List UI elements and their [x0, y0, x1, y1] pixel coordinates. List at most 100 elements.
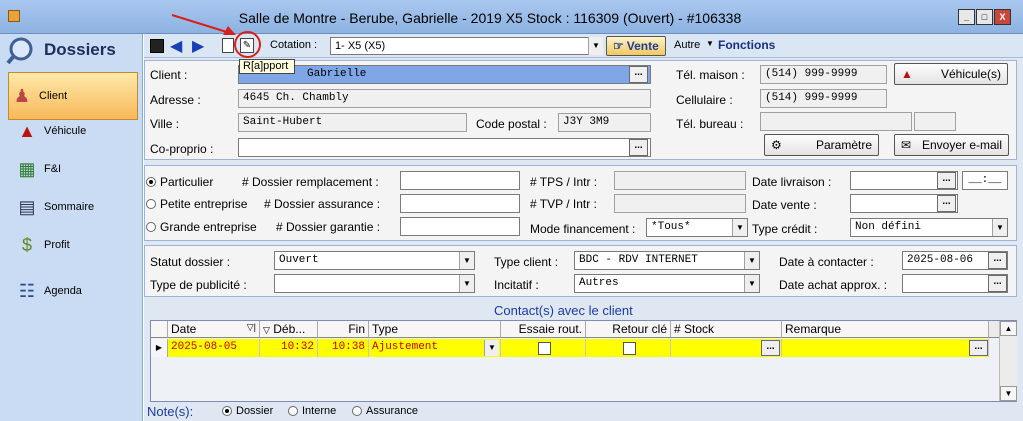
- maximize-button[interactable]: □: [976, 9, 993, 25]
- cell-debut[interactable]: 10:32: [260, 339, 318, 357]
- notes-assurance-radio[interactable]: Assurance: [352, 405, 418, 417]
- garantie-field[interactable]: [400, 217, 520, 236]
- column-header-essaie[interactable]: Essaie rout.: [501, 321, 586, 338]
- tel-maison-field[interactable]: (514) 999-9999: [760, 65, 887, 84]
- tps-field[interactable]: [614, 171, 746, 190]
- chevron-down-icon[interactable]: ▼: [744, 275, 759, 292]
- column-header-debut[interactable]: ▽ Déb...: [260, 321, 318, 338]
- remarque-browse-button[interactable]: ...: [969, 340, 988, 356]
- autre-menu[interactable]: Autre: [674, 39, 700, 51]
- cellulaire-field[interactable]: (514) 999-9999: [760, 89, 887, 108]
- type-credit-select[interactable]: Non défini: [850, 218, 1008, 237]
- sidebar-item-sommaire[interactable]: ▤ Sommaire: [14, 190, 138, 224]
- filter-icon[interactable]: ▽: [263, 325, 270, 335]
- chevron-down-icon[interactable]: ▼: [459, 275, 474, 292]
- date-contacter-button[interactable]: ...: [988, 252, 1007, 269]
- coproprio-browse-button[interactable]: ...: [629, 139, 648, 156]
- remplacement-field[interactable]: [400, 171, 520, 190]
- back-arrow-icon[interactable]: ◀: [170, 36, 182, 56]
- ville-field[interactable]: Saint-Hubert: [238, 113, 467, 132]
- type-client-select[interactable]: BDC - RDV INTERNET: [574, 251, 760, 270]
- envoyer-email-button[interactable]: ✉ Envoyer e-mail: [894, 134, 1009, 156]
- particulier-radio[interactable]: Particulier: [146, 175, 213, 189]
- column-header-retour[interactable]: Retour clé: [586, 321, 671, 338]
- sidebar-item-vehicule[interactable]: ▲ Véhicule: [14, 114, 138, 148]
- column-header-type[interactable]: Type: [369, 321, 501, 338]
- remplacement-label: # Dossier remplacement :: [242, 175, 379, 189]
- chevron-down-icon[interactable]: ▼: [484, 340, 499, 356]
- sidebar-item-client[interactable]: ♟ Client: [8, 72, 138, 120]
- chevron-down-icon[interactable]: ▼: [992, 219, 1007, 236]
- cotation-label: Cotation :: [270, 39, 318, 51]
- essaie-checkbox[interactable]: [538, 342, 551, 355]
- coproprio-field[interactable]: [238, 138, 651, 157]
- code-postal-field[interactable]: J3Y 3M9: [558, 113, 651, 132]
- date-livraison-time[interactable]: __:__: [962, 171, 1008, 190]
- email-icon: ✉: [901, 138, 912, 152]
- stock-browse-button[interactable]: ...: [761, 340, 780, 356]
- publicite-select[interactable]: [274, 274, 475, 293]
- sidebar-item-label: Véhicule: [44, 125, 87, 137]
- cell-remarque[interactable]: [782, 339, 989, 357]
- column-header-fin[interactable]: Fin: [318, 321, 369, 338]
- scroll-up-icon[interactable]: ▲: [1000, 321, 1017, 336]
- client-field[interactable]: Gabrielle: [238, 65, 651, 84]
- envoyer-email-label: Envoyer e-mail: [921, 138, 1002, 152]
- chevron-down-icon[interactable]: ▼: [732, 219, 747, 236]
- row-selector-icon[interactable]: ▶: [151, 339, 168, 357]
- column-header-remarque[interactable]: Remarque: [782, 321, 989, 338]
- new-document-icon[interactable]: [222, 38, 234, 53]
- report-tooltip: R[a]pport: [239, 59, 295, 74]
- minimize-button[interactable]: _: [958, 9, 975, 25]
- cotation-select[interactable]: 1- X5 (X5): [330, 37, 602, 55]
- chevron-down-icon[interactable]: ▼: [459, 252, 474, 269]
- vente-label: Vente: [626, 39, 659, 53]
- chevron-down-icon[interactable]: ▼: [744, 252, 759, 269]
- mode-financement-label: Mode financement :: [530, 222, 636, 236]
- statut-select[interactable]: Ouvert: [274, 251, 475, 270]
- client-browse-button[interactable]: ...: [629, 66, 648, 83]
- date-contacter-label: Date à contacter :: [779, 255, 874, 269]
- assurance-field[interactable]: [400, 194, 520, 213]
- tel-bureau-ext-field[interactable]: [914, 112, 956, 131]
- cellulaire-label: Cellulaire :: [676, 93, 733, 107]
- sidebar-item-agenda[interactable]: ☷ Agenda: [14, 274, 138, 308]
- parametre-button[interactable]: ⚙ Paramètre: [764, 134, 879, 156]
- chevron-down-icon[interactable]: ▼: [588, 37, 603, 55]
- cell-date[interactable]: 2025-08-05: [168, 339, 260, 357]
- date-achat-button[interactable]: ...: [988, 275, 1007, 292]
- sidebar-item-fi[interactable]: ▦ F&I: [14, 152, 138, 186]
- date-livraison-button[interactable]: ...: [937, 172, 956, 189]
- fonctions-menu[interactable]: Fonctions: [718, 38, 775, 52]
- close-button[interactable]: X: [994, 9, 1011, 25]
- adresse-field[interactable]: 4645 Ch. Chambly: [238, 89, 651, 108]
- notes-dossier-radio[interactable]: Dossier: [222, 405, 273, 417]
- incitatif-select[interactable]: Autres: [574, 274, 760, 293]
- vente-button[interactable]: ☞ Vente: [606, 36, 666, 56]
- grande-entreprise-radio[interactable]: Grande entreprise: [146, 220, 257, 234]
- contacts-grid[interactable]: Date ▽| ▽ Déb... Fin Type Essaie rout. R…: [150, 320, 1017, 402]
- notes-interne-radio[interactable]: Interne: [288, 405, 336, 417]
- retour-checkbox[interactable]: [623, 342, 636, 355]
- vehicules-button[interactable]: ▲ Véhicule(s): [894, 63, 1008, 85]
- cell-fin[interactable]: 10:38: [318, 339, 369, 357]
- cell-type[interactable]: Ajustement: [369, 339, 501, 357]
- sidebar-item-profit[interactable]: $ Profit: [14, 228, 138, 262]
- tel-bureau-field[interactable]: [760, 112, 912, 131]
- client-label: Client :: [150, 68, 188, 82]
- save-icon[interactable]: [150, 39, 164, 53]
- column-header-stock[interactable]: # Stock: [671, 321, 782, 338]
- filter-icon[interactable]: ▽|: [247, 322, 256, 333]
- particulier-label: Particulier: [160, 175, 214, 189]
- vertical-scrollbar[interactable]: ▲ ▼: [999, 321, 1017, 401]
- forward-arrow-icon[interactable]: ▶: [192, 36, 204, 56]
- column-header-date[interactable]: Date ▽|: [168, 321, 260, 338]
- tvp-label: # TVP / Intr :: [530, 197, 597, 211]
- date-vente-button[interactable]: ...: [937, 195, 956, 212]
- tvp-field[interactable]: [614, 194, 746, 213]
- petite-entreprise-radio[interactable]: Petite entreprise: [146, 197, 247, 211]
- incitatif-label: Incitatif :: [494, 278, 539, 292]
- parametre-button-label: Paramètre: [815, 138, 872, 152]
- column-header-label: Déb...: [273, 322, 306, 336]
- scroll-down-icon[interactable]: ▼: [1000, 386, 1017, 401]
